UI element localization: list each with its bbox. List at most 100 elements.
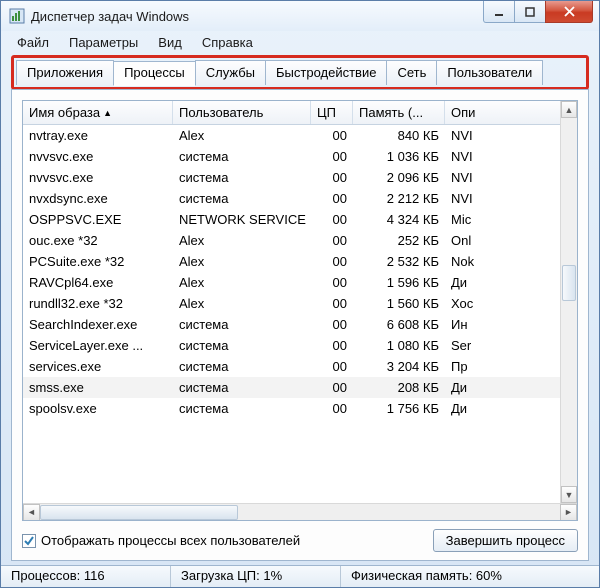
cell-cpu: 00 bbox=[311, 128, 353, 143]
table-row[interactable]: services.exeсистема003 204 КБПр bbox=[23, 356, 577, 377]
status-memory: Физическая память: 60% bbox=[341, 566, 599, 587]
vscroll-thumb[interactable] bbox=[562, 265, 576, 301]
list-body[interactable]: nvtray.exeAlex00840 КБNVInvvsvc.exeсисте… bbox=[23, 125, 577, 503]
menu-view[interactable]: Вид bbox=[148, 33, 192, 52]
show-all-users-label: Отображать процессы всех пользователей bbox=[41, 533, 300, 548]
status-cpu: Загрузка ЦП: 1% bbox=[171, 566, 341, 587]
table-row[interactable]: nvxdsync.exeсистема002 212 КБNVI bbox=[23, 188, 577, 209]
cell-user: Alex bbox=[173, 128, 311, 143]
cell-cpu: 00 bbox=[311, 359, 353, 374]
window-title: Диспетчер задач Windows bbox=[31, 9, 483, 24]
cell-name: smss.exe bbox=[23, 380, 173, 395]
minimize-button[interactable] bbox=[483, 1, 515, 23]
vertical-scrollbar[interactable]: ▲ ▼ bbox=[560, 101, 577, 503]
table-row[interactable]: nvvsvc.exeсистема002 096 КБNVI bbox=[23, 167, 577, 188]
statusbar: Процессов: 116 Загрузка ЦП: 1% Физическа… bbox=[1, 565, 599, 587]
tab-2[interactable]: Службы bbox=[195, 60, 266, 85]
cell-name: ServiceLayer.exe ... bbox=[23, 338, 173, 353]
scroll-down-icon[interactable]: ▼ bbox=[561, 486, 577, 503]
table-row[interactable]: OSPPSVC.EXENETWORK SERVICE004 324 КБMic bbox=[23, 209, 577, 230]
col-description[interactable]: Опи bbox=[445, 101, 485, 124]
cell-cpu: 00 bbox=[311, 191, 353, 206]
cell-desc: NVI bbox=[445, 149, 485, 164]
scroll-right-icon[interactable]: ► bbox=[560, 504, 577, 521]
cell-mem: 3 204 КБ bbox=[353, 359, 445, 374]
menu-help[interactable]: Справка bbox=[192, 33, 263, 52]
maximize-button[interactable] bbox=[514, 1, 546, 23]
cell-user: Alex bbox=[173, 233, 311, 248]
table-row[interactable]: nvtray.exeAlex00840 КБNVI bbox=[23, 125, 577, 146]
table-row[interactable]: PCSuite.exe *32Alex002 532 КБNok bbox=[23, 251, 577, 272]
menu-file[interactable]: Файл bbox=[7, 33, 59, 52]
table-row[interactable]: ServiceLayer.exe ...система001 080 КБSer bbox=[23, 335, 577, 356]
table-row[interactable]: rundll32.exe *32Alex001 560 КБХос bbox=[23, 293, 577, 314]
scroll-left-icon[interactable]: ◄ bbox=[23, 504, 40, 521]
cell-mem: 1 596 КБ bbox=[353, 275, 445, 290]
menu-options[interactable]: Параметры bbox=[59, 33, 148, 52]
hscroll-thumb[interactable] bbox=[40, 505, 238, 520]
bottom-row: Отображать процессы всех пользователей З… bbox=[22, 529, 578, 552]
col-user[interactable]: Пользователь bbox=[173, 101, 311, 124]
tab-5[interactable]: Пользователи bbox=[436, 60, 543, 85]
cell-mem: 840 КБ bbox=[353, 128, 445, 143]
col-memory[interactable]: Память (... bbox=[353, 101, 445, 124]
cell-desc: Onl bbox=[445, 233, 485, 248]
tab-4[interactable]: Сеть bbox=[386, 60, 437, 85]
cell-mem: 208 КБ bbox=[353, 380, 445, 395]
cell-mem: 4 324 КБ bbox=[353, 212, 445, 227]
cell-mem: 1 756 КБ bbox=[353, 401, 445, 416]
cell-cpu: 00 bbox=[311, 275, 353, 290]
cell-mem: 2 532 КБ bbox=[353, 254, 445, 269]
cell-user: система bbox=[173, 380, 311, 395]
tab-3[interactable]: Быстродействие bbox=[265, 60, 387, 85]
cell-desc: Хос bbox=[445, 296, 485, 311]
hscroll-track[interactable] bbox=[40, 504, 560, 521]
cell-user: Alex bbox=[173, 275, 311, 290]
table-row[interactable]: spoolsv.exeсистема001 756 КБДи bbox=[23, 398, 577, 419]
cell-user: система bbox=[173, 338, 311, 353]
col-cpu[interactable]: ЦП bbox=[311, 101, 353, 124]
cell-desc: Mic bbox=[445, 212, 485, 227]
horizontal-scrollbar[interactable]: ◄ ► bbox=[23, 503, 577, 520]
tab-1[interactable]: Процессы bbox=[113, 61, 196, 86]
cell-desc: NVI bbox=[445, 170, 485, 185]
titlebar[interactable]: Диспетчер задач Windows bbox=[1, 1, 599, 31]
close-button[interactable] bbox=[545, 1, 593, 23]
table-row[interactable]: smss.exeсистема00208 КБДи bbox=[23, 377, 577, 398]
table-row[interactable]: ouc.exe *32Alex00252 КБOnl bbox=[23, 230, 577, 251]
cell-desc: Nok bbox=[445, 254, 485, 269]
cell-mem: 1 080 КБ bbox=[353, 338, 445, 353]
cell-cpu: 00 bbox=[311, 317, 353, 332]
scroll-up-icon[interactable]: ▲ bbox=[561, 101, 577, 118]
app-icon bbox=[9, 8, 25, 24]
cell-name: SearchIndexer.exe bbox=[23, 317, 173, 332]
table-row[interactable]: SearchIndexer.exeсистема006 608 КБИн bbox=[23, 314, 577, 335]
cell-name: RAVCpl64.exe bbox=[23, 275, 173, 290]
cell-name: nvtray.exe bbox=[23, 128, 173, 143]
cell-user: система bbox=[173, 191, 311, 206]
client-area: ПриложенияПроцессыСлужбыБыстродействиеСе… bbox=[11, 55, 589, 561]
show-all-users-checkbox[interactable] bbox=[22, 534, 36, 548]
cell-desc: Ди bbox=[445, 380, 485, 395]
vscroll-track[interactable] bbox=[561, 118, 577, 486]
cell-user: система bbox=[173, 359, 311, 374]
cell-user: система bbox=[173, 149, 311, 164]
cell-cpu: 00 bbox=[311, 233, 353, 248]
cell-cpu: 00 bbox=[311, 254, 353, 269]
cell-mem: 1 560 КБ bbox=[353, 296, 445, 311]
cell-user: система bbox=[173, 170, 311, 185]
table-row[interactable]: nvvsvc.exeсистема001 036 КБNVI bbox=[23, 146, 577, 167]
list-header: Имя образа▲ Пользователь ЦП Память (... … bbox=[23, 101, 577, 125]
cell-cpu: 00 bbox=[311, 338, 353, 353]
cell-mem: 2 212 КБ bbox=[353, 191, 445, 206]
cell-mem: 252 КБ bbox=[353, 233, 445, 248]
tab-0[interactable]: Приложения bbox=[16, 60, 114, 85]
tabs-highlight: ПриложенияПроцессыСлужбыБыстродействиеСе… bbox=[11, 55, 589, 90]
cell-mem: 6 608 КБ bbox=[353, 317, 445, 332]
cell-cpu: 00 bbox=[311, 401, 353, 416]
col-image-name[interactable]: Имя образа▲ bbox=[23, 101, 173, 124]
cell-user: Alex bbox=[173, 296, 311, 311]
tab-page-processes: Имя образа▲ Пользователь ЦП Память (... … bbox=[11, 89, 589, 561]
table-row[interactable]: RAVCpl64.exeAlex001 596 КБДи bbox=[23, 272, 577, 293]
end-process-button[interactable]: Завершить процесс bbox=[433, 529, 578, 552]
